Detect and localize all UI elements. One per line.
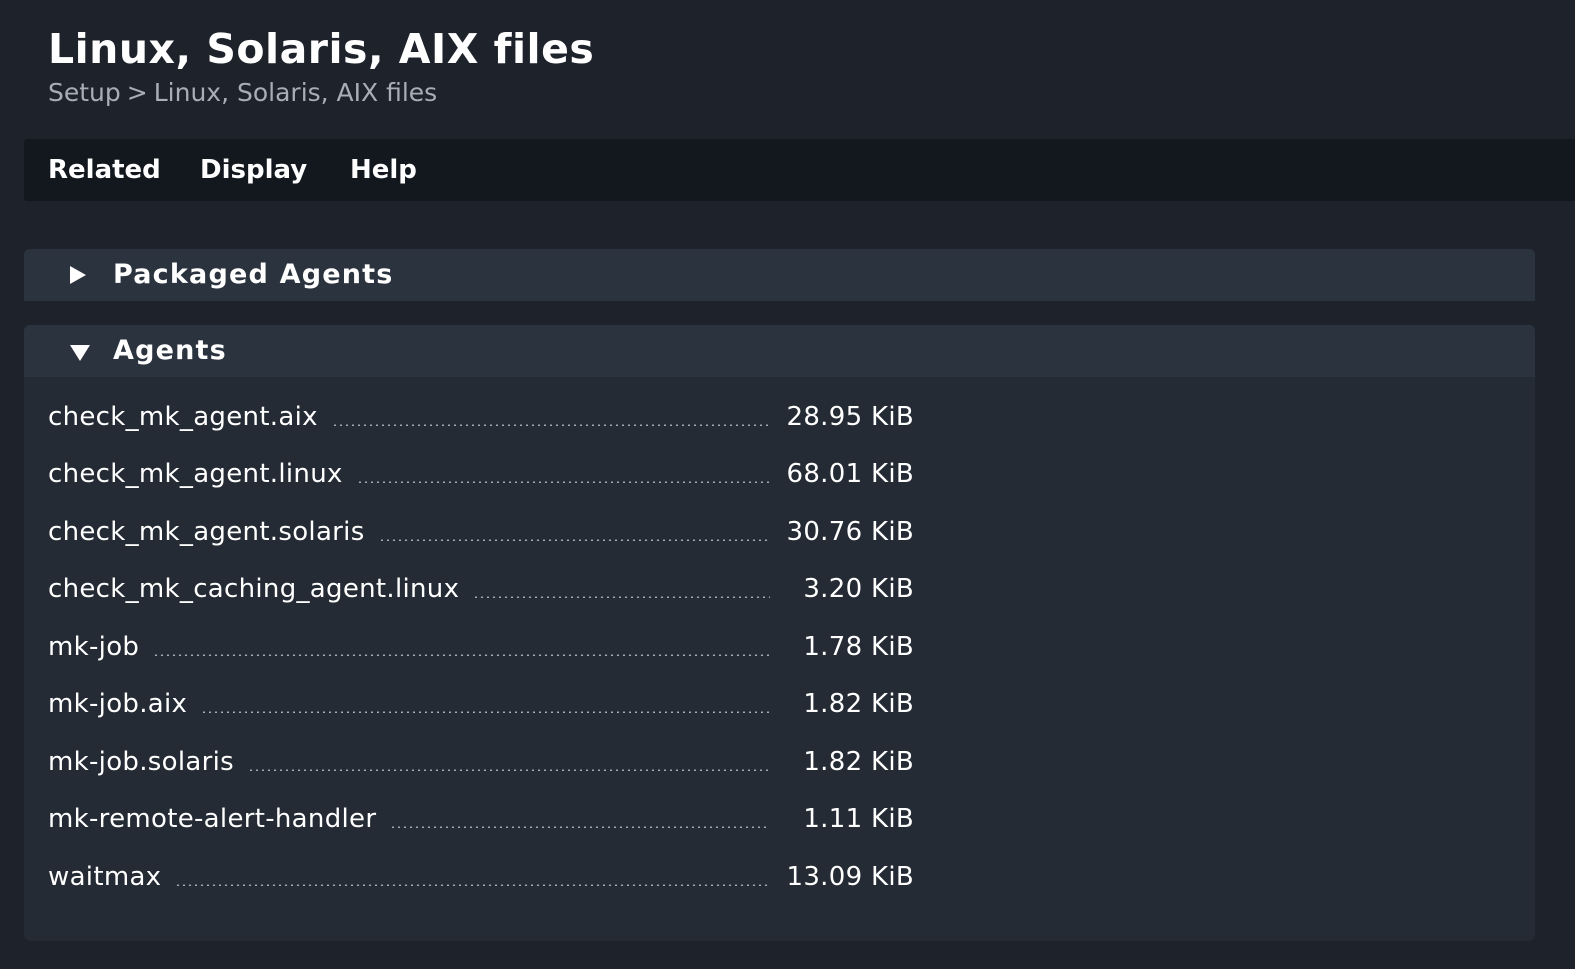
dot-leader [378, 538, 770, 541]
list-item: mk-remote-alert-handler 1.11 KiB [48, 791, 914, 849]
file-size: 1.78 KiB [803, 631, 914, 662]
file-size: 13.09 KiB [786, 861, 914, 892]
section-agents: Agents check_mk_agent.aix 28.95 KiB chec… [24, 325, 1535, 941]
breadcrumb-separator: > [126, 78, 148, 107]
dot-leader [175, 883, 770, 886]
file-link[interactable]: check_mk_agent.solaris [48, 517, 365, 547]
list-item: check_mk_caching_agent.linux 3.20 KiB [48, 561, 914, 619]
triangle-down-icon [70, 345, 90, 361]
menu-related[interactable]: Related [48, 139, 161, 201]
file-link[interactable]: check_mk_agent.aix [48, 402, 318, 432]
triangle-right-icon [70, 266, 86, 284]
breadcrumb: Setup > Linux, Solaris, AIX files [48, 76, 437, 110]
file-size: 1.82 KiB [803, 746, 914, 777]
file-link[interactable]: mk-job.aix [48, 689, 187, 719]
section-packaged-agents: Packaged Agents [24, 249, 1535, 301]
list-item: mk-job 1.78 KiB [48, 618, 914, 676]
file-size: 3.20 KiB [803, 574, 914, 605]
file-link[interactable]: mk-job.solaris [48, 747, 234, 777]
dot-leader [356, 481, 770, 484]
dot-leader [473, 596, 770, 599]
section-title: Agents [113, 335, 227, 366]
page-title: Linux, Solaris, AIX files [48, 25, 595, 73]
dot-leader [331, 423, 770, 426]
menu-display[interactable]: Display [200, 139, 307, 201]
section-header-agents[interactable]: Agents [24, 325, 1535, 377]
list-item: waitmax 13.09 KiB [48, 848, 914, 906]
section-header-packaged-agents[interactable]: Packaged Agents [24, 249, 1535, 301]
file-link[interactable]: check_mk_agent.linux [48, 459, 343, 489]
menu-help[interactable]: Help [350, 139, 417, 201]
file-size: 1.11 KiB [803, 804, 914, 835]
list-item: mk-job.solaris 1.82 KiB [48, 733, 914, 791]
list-item: check_mk_agent.solaris 30.76 KiB [48, 503, 914, 561]
dot-leader [247, 768, 770, 771]
file-size: 28.95 KiB [786, 401, 914, 432]
agent-file-list: check_mk_agent.aix 28.95 KiB check_mk_ag… [48, 388, 914, 906]
file-size: 30.76 KiB [786, 516, 914, 547]
list-item: mk-job.aix 1.82 KiB [48, 676, 914, 734]
page-menu-bar: Related Display Help [24, 139, 1575, 201]
section-title: Packaged Agents [113, 259, 394, 290]
file-size: 68.01 KiB [786, 459, 914, 490]
dot-leader [153, 653, 770, 656]
list-item: check_mk_agent.linux 68.01 KiB [48, 446, 914, 504]
page: Linux, Solaris, AIX files Setup > Linux, S… [0, 0, 1575, 969]
breadcrumb-item-setup[interactable]: Setup [48, 78, 121, 107]
file-link[interactable]: mk-remote-alert-handler [48, 804, 376, 834]
list-item: check_mk_agent.aix 28.95 KiB [48, 388, 914, 446]
breadcrumb-item-current[interactable]: Linux, Solaris, AIX files [154, 78, 437, 107]
file-size: 1.82 KiB [803, 689, 914, 720]
file-link[interactable]: check_mk_caching_agent.linux [48, 574, 459, 604]
dot-leader [201, 711, 770, 714]
file-link[interactable]: waitmax [48, 862, 161, 892]
file-link[interactable]: mk-job [48, 632, 139, 662]
dot-leader [390, 826, 770, 829]
